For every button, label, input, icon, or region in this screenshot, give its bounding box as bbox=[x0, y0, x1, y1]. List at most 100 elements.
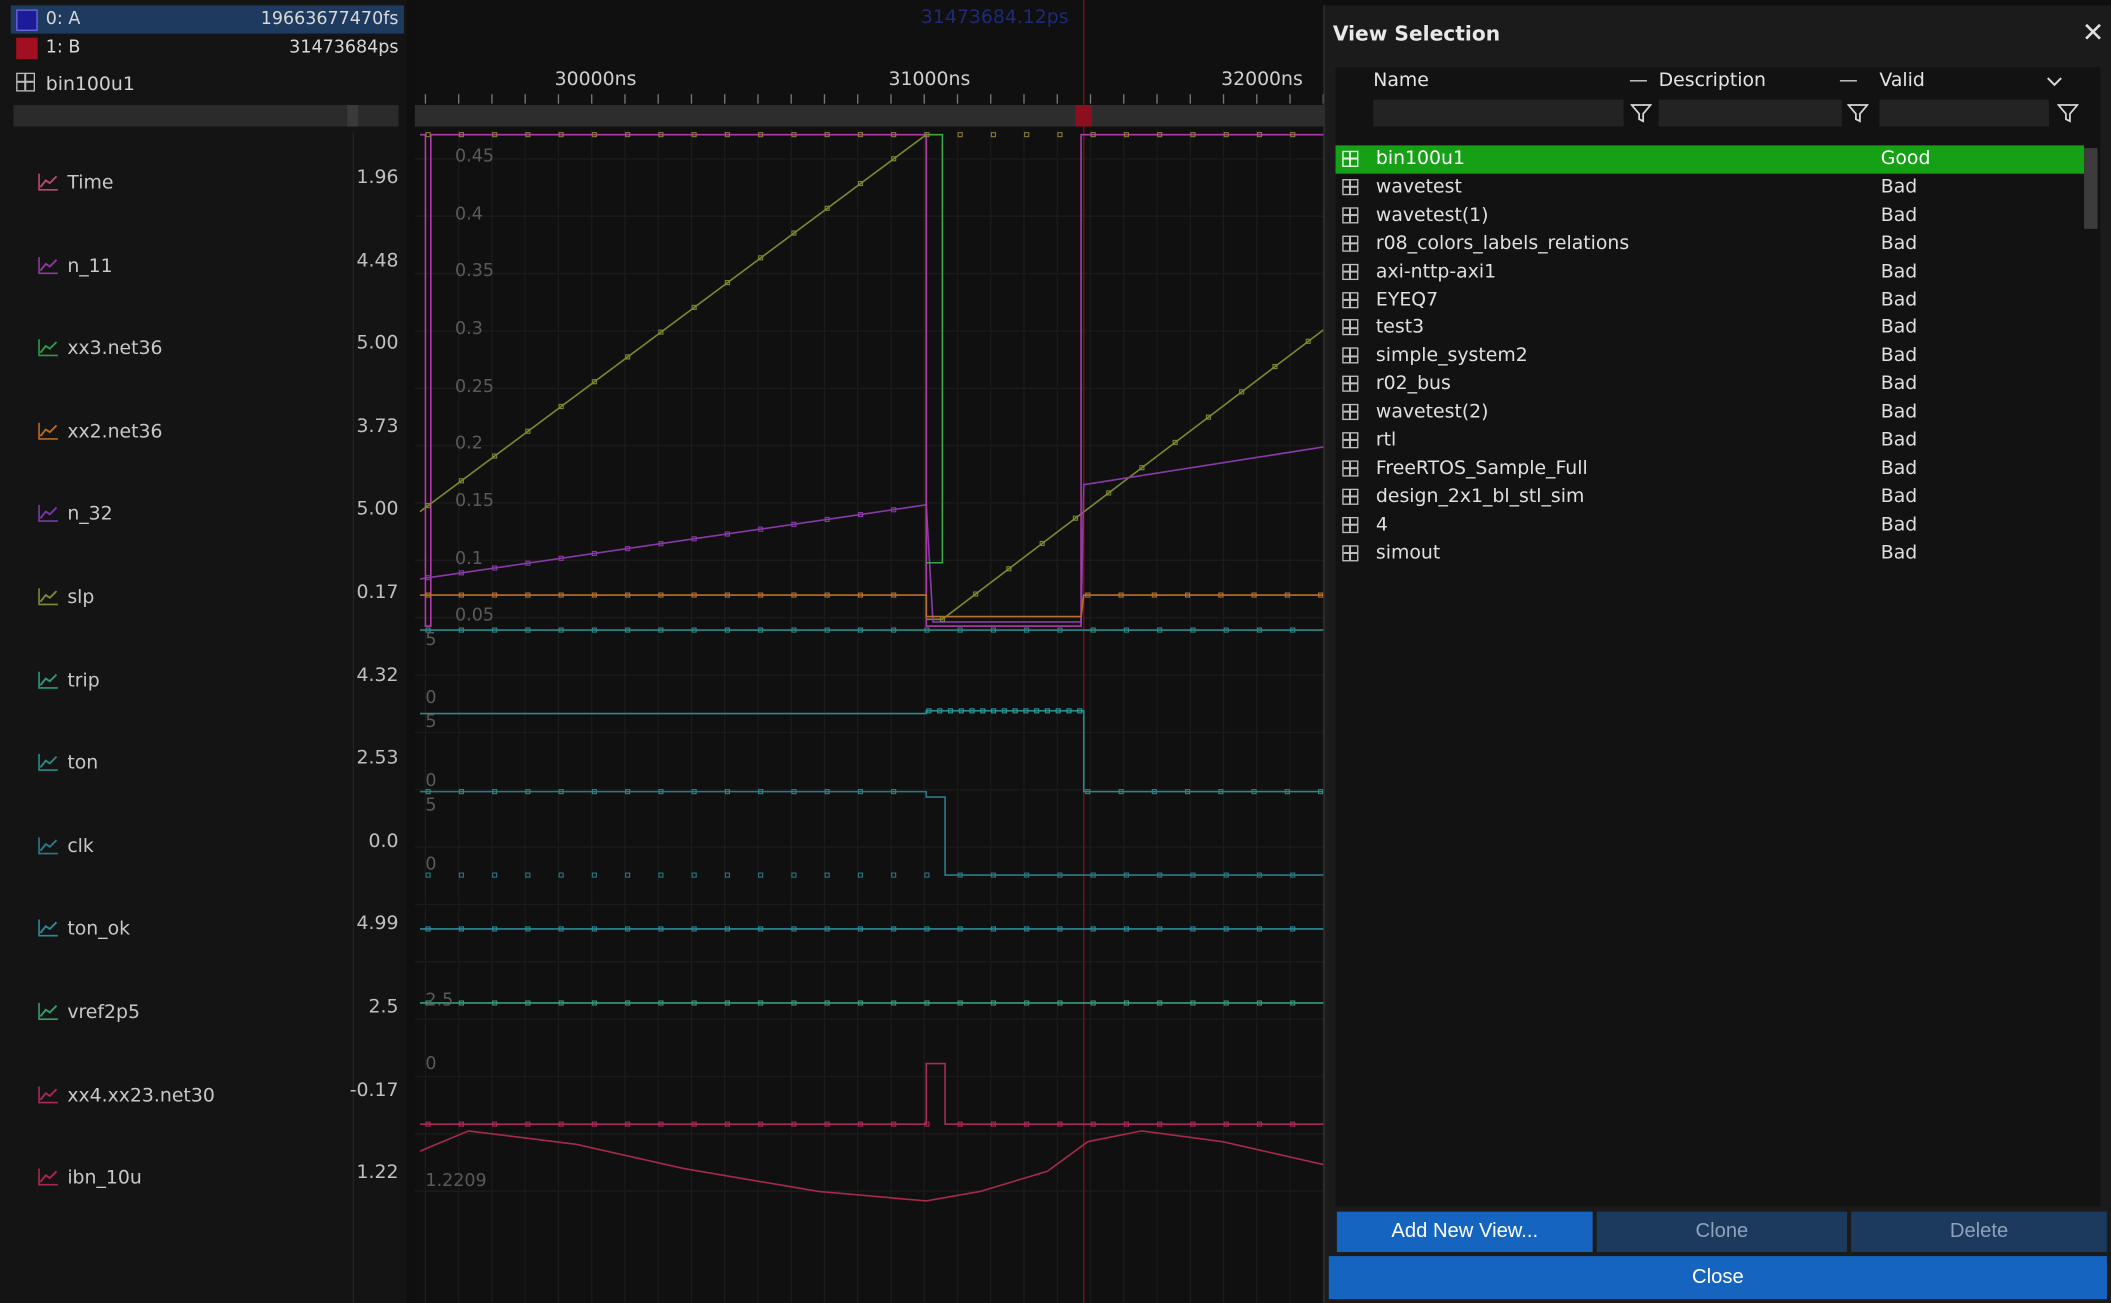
analog-signal-icon bbox=[38, 173, 58, 191]
green-pulse-trace bbox=[926, 133, 944, 564]
table-icon bbox=[1342, 319, 1359, 336]
chevron-down-icon[interactable] bbox=[2046, 75, 2062, 88]
signal-name: ton bbox=[67, 752, 99, 775]
signal-row[interactable]: trip 4.32 bbox=[0, 656, 407, 710]
signal-name: slp bbox=[67, 586, 95, 609]
sample-marker bbox=[924, 872, 930, 878]
view-row-valid: Bad bbox=[1880, 457, 1918, 480]
signal-row[interactable]: ton 2.53 bbox=[0, 739, 407, 793]
column-description[interactable]: Description — bbox=[1653, 67, 1871, 129]
column-name[interactable]: Name — bbox=[1349, 67, 1652, 129]
current-view-title[interactable]: bin100u1 bbox=[16, 72, 135, 96]
table-icon bbox=[1342, 291, 1359, 308]
y-axis-label: 0.15 bbox=[455, 491, 495, 512]
table-icon bbox=[1342, 207, 1359, 224]
signal-row[interactable]: ton_ok 4.99 bbox=[0, 905, 407, 959]
scrollbar-thumb[interactable] bbox=[347, 105, 359, 127]
horizontal-scrollbar[interactable] bbox=[13, 105, 399, 127]
signal-row[interactable]: clk 0.0 bbox=[0, 822, 407, 876]
signal-row[interactable]: slp 0.17 bbox=[0, 574, 407, 628]
clone-button[interactable]: Clone bbox=[1596, 1211, 1848, 1253]
view-row-valid: Bad bbox=[1880, 204, 1918, 226]
delete-button[interactable]: Delete bbox=[1851, 1211, 2107, 1253]
table-icon bbox=[16, 72, 36, 92]
y-axis-label: 0.45 bbox=[455, 146, 495, 167]
filter-icon[interactable] bbox=[1847, 102, 1869, 124]
column-minus-icon[interactable]: — bbox=[1629, 70, 1648, 92]
analog-signal-icon bbox=[38, 920, 58, 938]
view-row[interactable]: 4 Bad bbox=[1336, 511, 2085, 539]
view-row[interactable]: axi-nttp-axi1 Bad bbox=[1336, 258, 2085, 286]
view-row-valid: Bad bbox=[1880, 176, 1918, 198]
cursor-row-a[interactable]: 0: A 19663677470fs bbox=[10, 5, 404, 34]
view-row[interactable]: design_2x1_bl_stl_sim Bad bbox=[1336, 483, 2085, 511]
column-divider[interactable] bbox=[352, 131, 355, 1303]
view-row[interactable]: test3 Bad bbox=[1336, 314, 2085, 342]
dialog-title: View Selection bbox=[1332, 21, 1501, 46]
add-new-view-button[interactable]: Add New View... bbox=[1336, 1211, 1593, 1253]
sample-marker bbox=[658, 872, 664, 878]
cursor-a-time: 19663677470fs bbox=[260, 9, 399, 30]
y-axis-label: 0.05 bbox=[455, 605, 495, 627]
table-scrollbar[interactable] bbox=[2084, 148, 2098, 229]
signal-value: 5.00 bbox=[356, 332, 399, 355]
cursor-b-name: 1: B bbox=[45, 37, 81, 58]
signal-name: clk bbox=[67, 835, 94, 858]
column-name-label: Name bbox=[1373, 70, 1429, 92]
signal-row[interactable]: xx2.net36 3.73 bbox=[0, 408, 407, 462]
lane-axis-label: 5 bbox=[425, 630, 437, 651]
close-button[interactable]: Close bbox=[1328, 1256, 2107, 1300]
column-valid-label: Valid bbox=[1879, 70, 1925, 92]
signal-row[interactable]: Time 1.96 bbox=[0, 159, 407, 213]
signal-name: n_32 bbox=[67, 504, 113, 526]
signal-row[interactable]: n_11 4.48 bbox=[0, 242, 407, 296]
view-row-name: test3 bbox=[1375, 316, 1425, 339]
view-row[interactable]: wavetest(1) Bad bbox=[1336, 202, 2085, 230]
signal-row[interactable]: xx4.xx23.net30 -0.17 bbox=[0, 1071, 407, 1125]
analog-signal-icon bbox=[38, 1168, 58, 1186]
analog-signal-icon bbox=[38, 588, 58, 606]
signal-row[interactable]: ibn_10u 1.22 bbox=[0, 1154, 407, 1208]
table-header: Name — Description — Valid bbox=[1336, 67, 2101, 129]
close-icon[interactable]: ✕ bbox=[2082, 19, 2105, 46]
view-row[interactable]: r02_bus Bad bbox=[1336, 370, 2085, 398]
view-row-valid: Bad bbox=[1880, 232, 1918, 255]
y-axis-label: 0.4 bbox=[455, 204, 483, 225]
view-row[interactable]: bin100u1 Good bbox=[1335, 145, 2085, 174]
view-row-name: 4 bbox=[1375, 513, 1388, 536]
signal-row[interactable]: vref2p5 2.5 bbox=[0, 988, 407, 1042]
view-row[interactable]: EYEQ7 Bad bbox=[1336, 286, 2085, 314]
view-row[interactable]: rtl Bad bbox=[1336, 427, 2085, 455]
table-icon bbox=[1342, 404, 1359, 421]
view-row[interactable]: simple_system2 Bad bbox=[1336, 342, 2085, 370]
cursor-a-name: 0: A bbox=[45, 9, 81, 30]
valid-filter-input[interactable] bbox=[1879, 99, 2050, 127]
sample-marker bbox=[791, 872, 797, 878]
views-table: Name — Description — Valid bin100u1 Good… bbox=[1335, 67, 2101, 1207]
pulse-trace bbox=[420, 133, 1324, 627]
filter-icon[interactable] bbox=[1630, 102, 1652, 124]
waveform-view[interactable]: 31473684.12ps 30000ns 31000ns 32000ns 0.… bbox=[414, 0, 1328, 1303]
signal-row[interactable]: xx3.net36 5.00 bbox=[0, 325, 407, 379]
column-valid[interactable]: Valid bbox=[1874, 67, 2087, 129]
signal-name: Time bbox=[67, 172, 114, 194]
view-row[interactable]: FreeRTOS_Sample_Full Bad bbox=[1336, 455, 2085, 483]
sample-marker bbox=[1024, 132, 1030, 138]
name-filter-input[interactable] bbox=[1373, 99, 1624, 127]
signal-row[interactable]: n_32 5.00 bbox=[0, 491, 407, 545]
slp-trace bbox=[419, 133, 1324, 621]
view-row[interactable]: wavetest(2) Bad bbox=[1336, 399, 2085, 427]
view-selection-dialog: View Selection ✕ Name — Description — Va… bbox=[1323, 5, 2111, 1303]
table-icon bbox=[1342, 347, 1359, 364]
sample-marker bbox=[492, 872, 498, 878]
filter-icon[interactable] bbox=[2057, 102, 2079, 124]
table-icon bbox=[1342, 178, 1359, 196]
view-row[interactable]: wavetest Bad bbox=[1336, 174, 2085, 202]
cursor-row-b[interactable]: 1: B 31473684ps bbox=[11, 34, 404, 62]
view-row[interactable]: r08_colors_labels_relations Bad bbox=[1336, 230, 2085, 258]
column-minus-icon[interactable]: — bbox=[1839, 70, 1858, 92]
analog-signal-icon bbox=[38, 422, 58, 440]
description-filter-input[interactable] bbox=[1658, 99, 1842, 127]
view-row-valid: Bad bbox=[1880, 260, 1918, 283]
view-row[interactable]: simout Bad bbox=[1336, 539, 2085, 567]
